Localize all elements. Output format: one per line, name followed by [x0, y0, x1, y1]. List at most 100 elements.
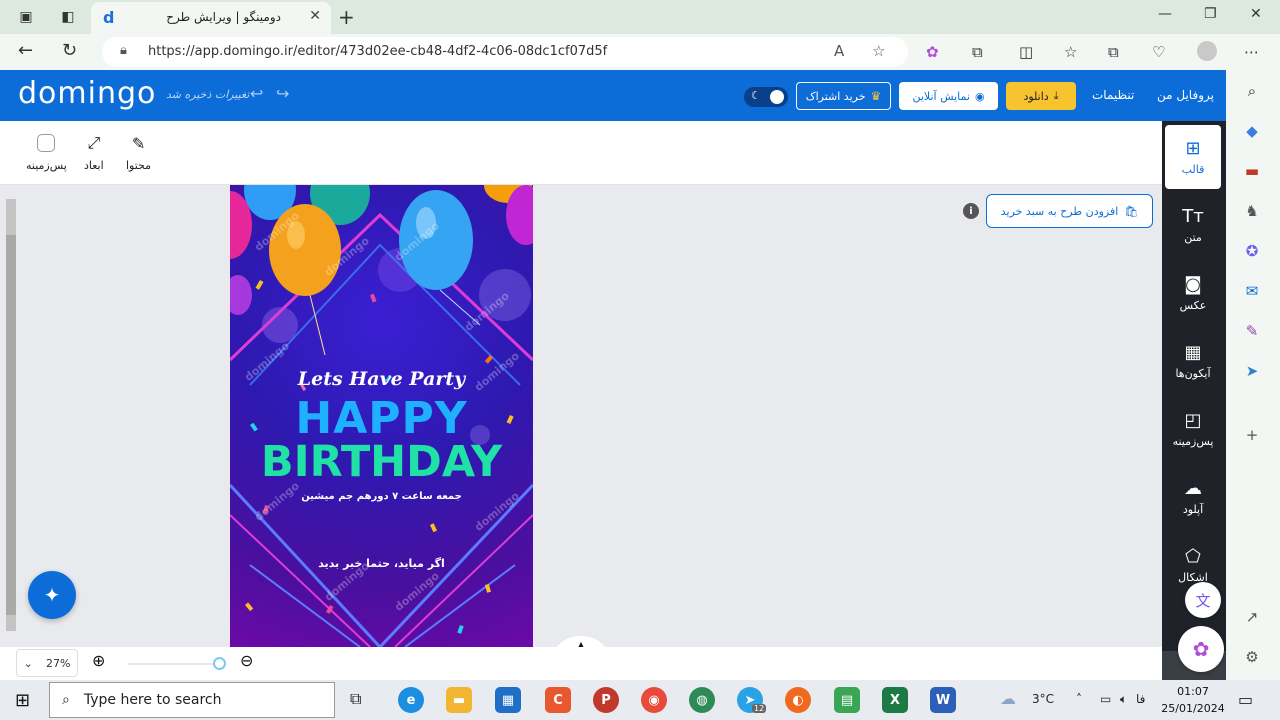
vertical-tabs-icon[interactable]: ◧	[58, 7, 78, 27]
zoom-select[interactable]: ⌄ 27%	[16, 649, 78, 677]
nav-upload[interactable]: ☁ آپلود	[1165, 465, 1221, 529]
extensions-icon[interactable]: ⧉	[972, 43, 983, 61]
taskbar-search[interactable]: ⌕ Type here to search	[49, 682, 335, 718]
file-explorer-icon[interactable]: ▬	[446, 687, 472, 713]
nav-background[interactable]: ◰ پس‌زمینه	[1165, 397, 1221, 461]
globe-app-icon[interactable]: ◍	[689, 687, 715, 713]
vertical-scrollbar[interactable]	[6, 199, 16, 631]
nav-image-label: عکس	[1179, 299, 1207, 312]
magic-wand-button[interactable]: ✦	[28, 571, 76, 619]
open-external-icon[interactable]: ↗	[1241, 606, 1263, 628]
close-tab-icon[interactable]: ✕	[309, 8, 321, 24]
info-icon[interactable]: i	[963, 203, 979, 219]
shopping-tag-icon[interactable]: ◆	[1241, 120, 1263, 142]
tray-chevron-up-icon[interactable]: ˄	[1076, 692, 1082, 706]
design-text-birthday[interactable]: BIRTHDAY	[230, 437, 533, 487]
search-icon[interactable]: ⌕	[1241, 80, 1263, 102]
design-canvas[interactable]: domingo domingo domingo domingo domingo …	[230, 185, 533, 647]
weather-temp[interactable]: 3°C	[1032, 692, 1054, 706]
download-label: دانلود	[1023, 89, 1049, 103]
copilot-icon[interactable]: ✿	[926, 43, 939, 61]
excel-icon[interactable]: X	[882, 687, 908, 713]
weather-cloud-icon: ☁	[1000, 689, 1016, 708]
design-text-rsvp[interactable]: اگر میاید، حتما خبر بدید	[230, 557, 533, 570]
battery-icon[interactable]: ▭	[1100, 692, 1111, 706]
microsoft365-icon[interactable]: ✪	[1241, 240, 1263, 262]
dark-mode-toggle[interactable]: ☾	[744, 87, 788, 107]
copilot-brain-icon[interactable]: ✿	[1178, 626, 1224, 672]
translate-icon[interactable]: 文	[1185, 582, 1221, 618]
app-c-icon[interactable]: C	[545, 687, 571, 713]
dimensions-tool[interactable]: ⤢ ابعاد	[84, 133, 104, 172]
windows-start-icon[interactable]: ⊞	[15, 690, 30, 711]
domingo-logo[interactable]: domingo	[18, 76, 156, 111]
outlook-icon[interactable]: ✉	[1241, 280, 1263, 302]
settings-link[interactable]: تنظیمات	[1092, 88, 1134, 102]
designer-icon[interactable]: ✎	[1241, 320, 1263, 342]
edge-icon[interactable]: e	[398, 687, 424, 713]
design-text-party[interactable]: Lets Have Party	[230, 368, 533, 390]
zoom-out-icon[interactable]: ⊖	[240, 651, 253, 670]
collections-icon[interactable]: ⧉	[1108, 43, 1119, 61]
new-tab-icon[interactable]: +	[338, 5, 355, 29]
moon-icon: ☾	[751, 89, 761, 102]
content-tool[interactable]: ✎ محتوا	[126, 133, 151, 173]
workspaces-icon[interactable]: ▣	[16, 7, 36, 27]
task-view-icon[interactable]: ⧉	[350, 689, 361, 709]
notifications-icon[interactable]: ▭	[1238, 690, 1253, 709]
chrome-icon[interactable]: ◉	[641, 687, 667, 713]
subscribe-button[interactable]: ♛ خرید اشتراک	[796, 82, 891, 110]
magic-wand-icon: ✦	[43, 583, 61, 607]
back-icon[interactable]: ←	[18, 40, 33, 61]
nav-image[interactable]: ◙ عکس	[1165, 261, 1221, 325]
favorite-star-icon[interactable]: ☆	[872, 42, 885, 60]
zoom-slider-knob[interactable]	[213, 657, 226, 670]
restore-icon[interactable]: ❐	[1204, 6, 1217, 22]
volume-icon[interactable]: 🔈︎	[1120, 692, 1127, 707]
add-sidebar-app-icon[interactable]: +	[1241, 424, 1263, 446]
upload-cloud-icon: ☁	[1184, 478, 1202, 499]
browser-tab-active[interactable]: d دومینگو | ویرایش طرح ✕	[91, 2, 331, 34]
url-field[interactable]: 🔒︎ https://app.domingo.ir/editor/473d02e…	[102, 37, 908, 67]
language-indicator[interactable]: فا	[1136, 692, 1145, 706]
undo-icon[interactable]: ↩	[250, 84, 263, 103]
background-tool[interactable]: پس‌زمینه	[26, 133, 67, 172]
performance-icon[interactable]: ♡	[1152, 43, 1165, 61]
download-button[interactable]: ⤓ دانلود	[1006, 82, 1076, 110]
add-to-cart-button[interactable]: 🛍︎ افزودن طرح به سبد خرید	[986, 194, 1153, 228]
sidebar-settings-icon[interactable]: ⚙	[1241, 646, 1263, 668]
preview-button[interactable]: ◉ نمایش آنلاین	[899, 82, 998, 110]
games-icon[interactable]: ♞	[1241, 200, 1263, 222]
browser-tab-bar: ▣ ◧ d دومینگو | ویرایش طرح ✕ + — ❐ ✕	[0, 0, 1280, 34]
tools-icon[interactable]: ▬	[1241, 160, 1263, 182]
favorites-icon[interactable]: ☆	[1064, 43, 1077, 61]
send-icon[interactable]: ➤	[1241, 360, 1263, 382]
design-text-time[interactable]: جمعه ساعت ۷ دورهم جم میشین	[230, 491, 533, 502]
split-screen-icon[interactable]: ◫	[1019, 43, 1033, 61]
zoom-slider[interactable]	[128, 663, 220, 665]
background-tool-label: پس‌زمینه	[26, 159, 67, 172]
app-green-icon[interactable]: ▤	[834, 687, 860, 713]
app-p-icon[interactable]: P	[593, 687, 619, 713]
nav-text[interactable]: Tт متن	[1165, 193, 1221, 257]
scrollbar-thumb[interactable]	[6, 235, 16, 615]
close-window-icon[interactable]: ✕	[1250, 6, 1262, 22]
profile-link[interactable]: پروفایل من	[1157, 88, 1214, 102]
firefox-icon[interactable]: ◐	[785, 687, 811, 713]
collapse-panel-button[interactable]: ▲	[550, 636, 612, 647]
template-icon: ⊞	[1185, 138, 1201, 159]
minimize-icon[interactable]: —	[1158, 6, 1172, 22]
redo-icon[interactable]: ↪	[276, 84, 289, 103]
nav-template[interactable]: ⊞ قالب	[1165, 125, 1221, 189]
nav-icons[interactable]: ▦ آیکون‌ها	[1165, 329, 1221, 393]
clock[interactable]: 01:07 25/01/2024	[1161, 683, 1225, 717]
word-icon[interactable]: W	[930, 687, 956, 713]
refresh-icon[interactable]: ↻	[62, 40, 77, 61]
read-aloud-icon[interactable]: A	[834, 42, 844, 60]
profile-avatar[interactable]	[1197, 41, 1217, 61]
store-icon[interactable]: ▦	[495, 687, 521, 713]
clock-date: 25/01/2024	[1161, 702, 1225, 715]
domingo-favicon-icon: d	[103, 8, 115, 27]
zoom-in-icon[interactable]: ⊕	[92, 651, 105, 670]
more-menu-icon[interactable]: ⋯	[1244, 43, 1259, 61]
